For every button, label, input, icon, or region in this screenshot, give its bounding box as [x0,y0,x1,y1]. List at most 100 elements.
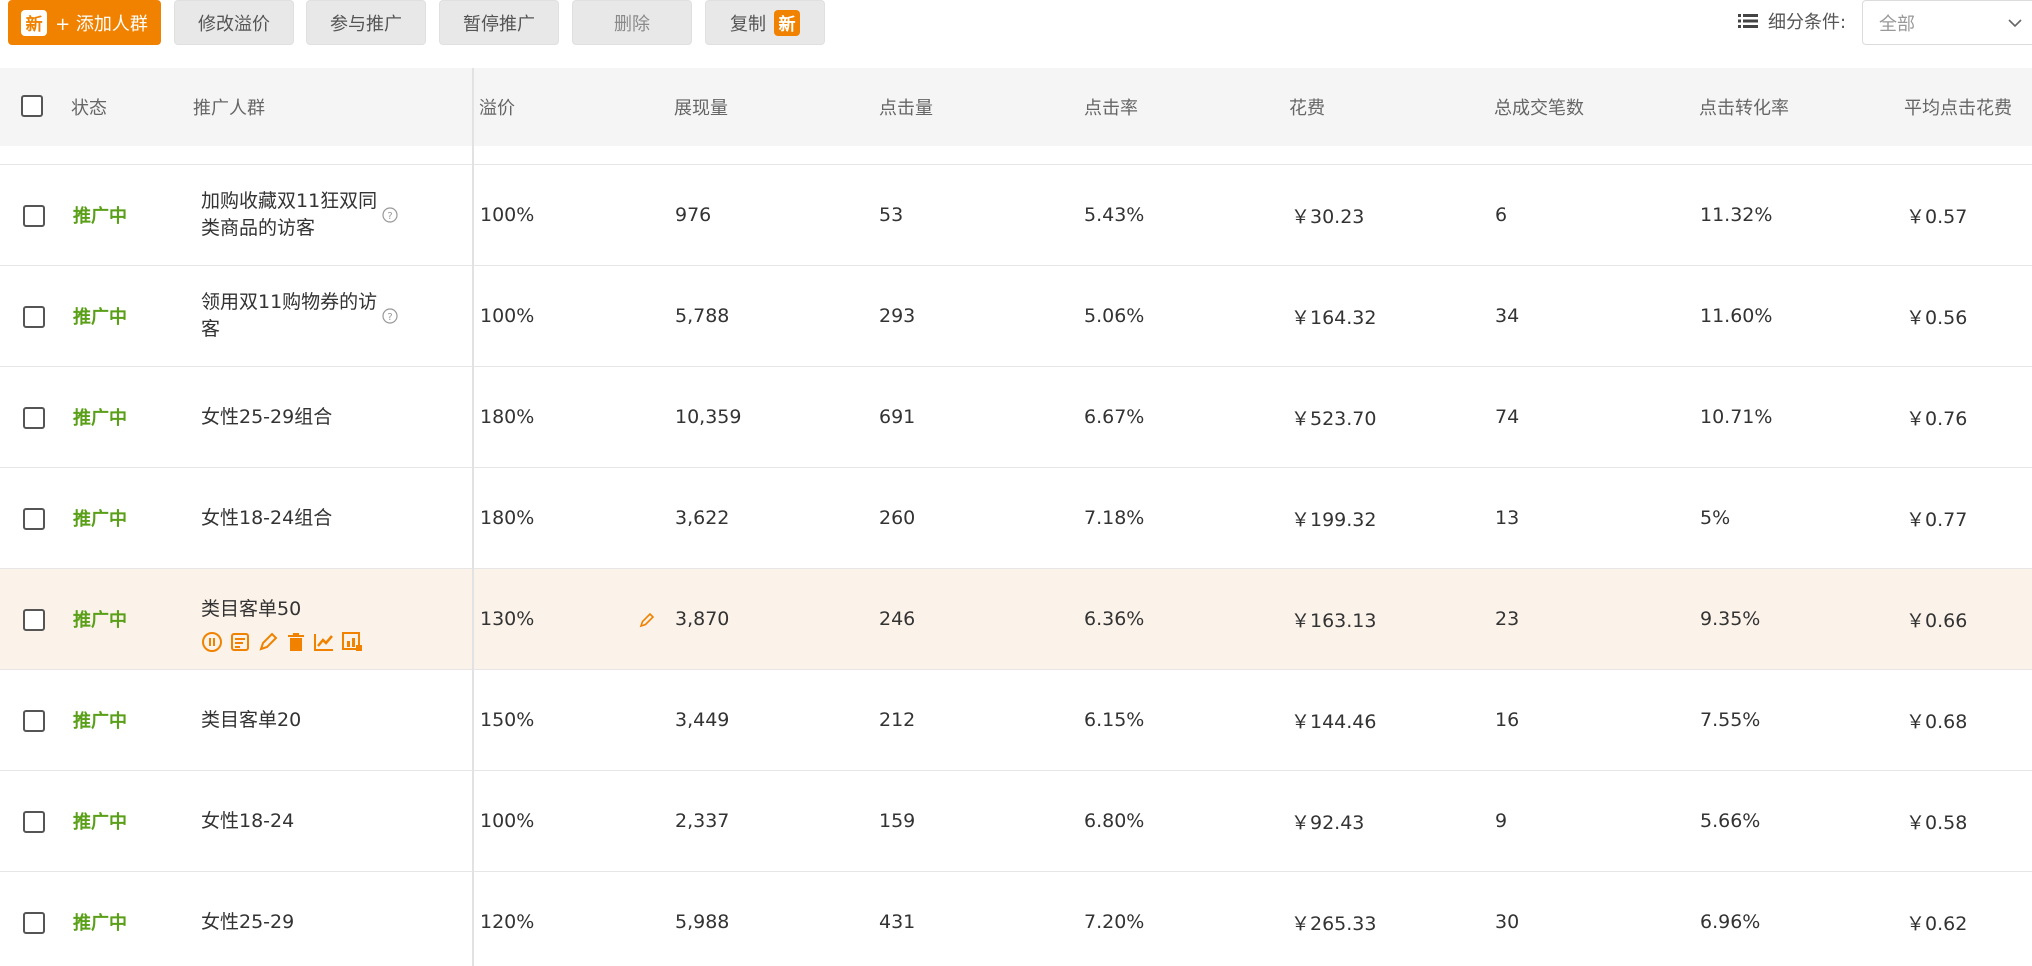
col-ctr[interactable]: 点击率 [1084,68,1138,146]
ctr-value: 6.36% [1084,608,1145,630]
impressions-value: 3,622 [675,507,730,529]
join-promotion-label: 参与推广 [330,13,402,35]
list-icon [1738,14,1758,28]
status-badge: 推广中 [73,206,127,227]
delete-button[interactable]: 删除 [572,0,692,45]
table-row[interactable]: 推广中 女性18-24 100% 2,337 159 6.80% ￥92.43 … [0,771,2032,872]
cost-value: ￥164.32 [1291,306,1377,329]
ctr-value: 7.18% [1084,507,1145,529]
ctr-value: 6.67% [1084,406,1145,428]
premium-value[interactable]: 100% [480,165,534,265]
cost-value: ￥265.33 [1291,912,1377,935]
ctr-value: 7.20% [1084,911,1145,933]
filter-select-value: 全部 [1879,13,1915,35]
table-row-hovered[interactable]: 推广中 类目客单50 130% 3,870 246 6.36% ￥163.13 … [0,569,2032,670]
edit-premium-icon[interactable] [638,611,656,629]
status-badge: 推广中 [73,812,127,833]
premium-value[interactable]: 180% [480,367,534,467]
col-impressions[interactable]: 展现量 [674,68,728,146]
select-all-checkbox[interactable] [21,95,43,117]
orders-value: 74 [1495,406,1520,428]
delete-icon[interactable] [285,631,307,653]
premium-value[interactable]: 100% [480,266,534,366]
cvr-value: 5.66% [1700,810,1761,832]
pause-promotion-button[interactable]: 暂停推广 [439,0,559,45]
row-checkbox[interactable] [23,912,45,934]
ctr-value: 5.06% [1084,305,1145,327]
cpc-value: ￥0.68 [1906,710,1968,733]
premium-value[interactable]: 180% [480,468,534,568]
orders-value: 34 [1495,305,1520,327]
col-status[interactable]: 状态 [71,68,107,146]
col-audience[interactable]: 推广人群 [193,68,265,146]
row-actions [201,631,363,653]
ctr-value: 5.43% [1084,204,1145,226]
new-tag: 新 [21,9,48,36]
pause-icon[interactable] [201,631,223,653]
impressions-value: 3,870 [675,608,730,630]
clicks-value: 691 [879,406,916,428]
premium-value[interactable]: 100% [480,771,534,871]
delete-label: 删除 [614,13,650,35]
premium-value[interactable]: 120% [480,872,534,966]
data-report-icon[interactable] [341,631,363,653]
trend-chart-icon[interactable] [313,631,335,653]
table-row[interactable]: 推广中 女性25-29 120% 5,988 431 7.20% ￥265.33… [0,872,2032,966]
cpc-value: ￥0.57 [1906,205,1968,228]
col-cpc[interactable]: 平均点击花费 [1904,68,2012,146]
row-checkbox[interactable] [23,407,45,429]
audience-name: 女性25-29 [201,910,295,933]
row-checkbox[interactable] [23,306,45,328]
audience-name: 女性18-24 [201,809,295,832]
table-row[interactable]: 推广中 领用双11购物券的访客 ? 100% 5,788 293 5.06% ￥… [0,266,2032,367]
row-checkbox[interactable] [23,710,45,732]
edit-premium-button[interactable]: 修改溢价 [174,0,294,45]
help-icon[interactable]: ? [382,308,398,324]
clicks-value: 293 [879,305,916,327]
cost-value: ￥30.23 [1291,205,1365,228]
col-cost[interactable]: 花费 [1289,68,1325,146]
orders-value: 30 [1495,911,1520,933]
cost-value: ￥163.13 [1291,609,1377,632]
copy-button[interactable]: 复制 新 [705,0,825,45]
cpc-value: ￥0.77 [1906,508,1968,531]
table-row[interactable]: 推广中 加购收藏双11狂双同类商品的访客 ? 100% 976 53 5.43%… [0,165,2032,266]
col-premium[interactable]: 溢价 [479,68,515,146]
premium-value[interactable]: 130% [480,569,534,669]
copy-label: 复制 [730,13,766,35]
row-checkbox[interactable] [23,205,45,227]
clicks-value: 212 [879,709,916,731]
table-header: 状态 推广人群 溢价 展现量 点击量 点击率 花费 总成交笔数 点击转化率 平均… [0,68,2032,146]
svg-text:?: ? [387,312,392,323]
impressions-value: 5,988 [675,911,730,933]
report-icon[interactable] [229,631,251,653]
table-row[interactable]: 推广中 类目客单20 150% 3,449 212 6.15% ￥144.46 … [0,670,2032,771]
table-row[interactable]: 推广中 女性25-29组合 180% 10,359 691 6.67% ￥523… [0,367,2032,468]
premium-value[interactable]: 150% [480,670,534,770]
cpc-value: ￥0.76 [1906,407,1968,430]
join-promotion-button[interactable]: 参与推广 [306,0,426,45]
row-checkbox[interactable] [23,609,45,631]
table-row[interactable]: 推广中 女性18-24组合 180% 3,622 260 7.18% ￥199.… [0,468,2032,569]
orders-value: 16 [1495,709,1520,731]
add-audience-button[interactable]: 新 + 添加人群 [8,0,161,45]
row-checkbox[interactable] [23,811,45,833]
edit-premium-label: 修改溢价 [198,13,270,35]
edit-icon[interactable] [257,631,279,653]
cost-value: ￥92.43 [1291,811,1365,834]
cvr-value: 6.96% [1700,911,1761,933]
impressions-value: 976 [675,204,712,226]
col-cvr[interactable]: 点击转化率 [1699,68,1789,146]
help-icon[interactable]: ? [382,207,398,223]
filter-select[interactable]: 全部 [1862,0,2032,45]
status-badge: 推广中 [73,610,127,631]
audience-name: 女性18-24组合 [201,506,333,529]
cvr-value: 9.35% [1700,608,1761,630]
chevron-down-icon [2008,19,2022,28]
cost-value: ￥144.46 [1291,710,1377,733]
row-checkbox[interactable] [23,508,45,530]
cvr-value: 7.55% [1700,709,1761,731]
col-clicks[interactable]: 点击量 [879,68,933,146]
frozen-column-divider [472,68,474,966]
col-orders[interactable]: 总成交笔数 [1494,68,1584,146]
